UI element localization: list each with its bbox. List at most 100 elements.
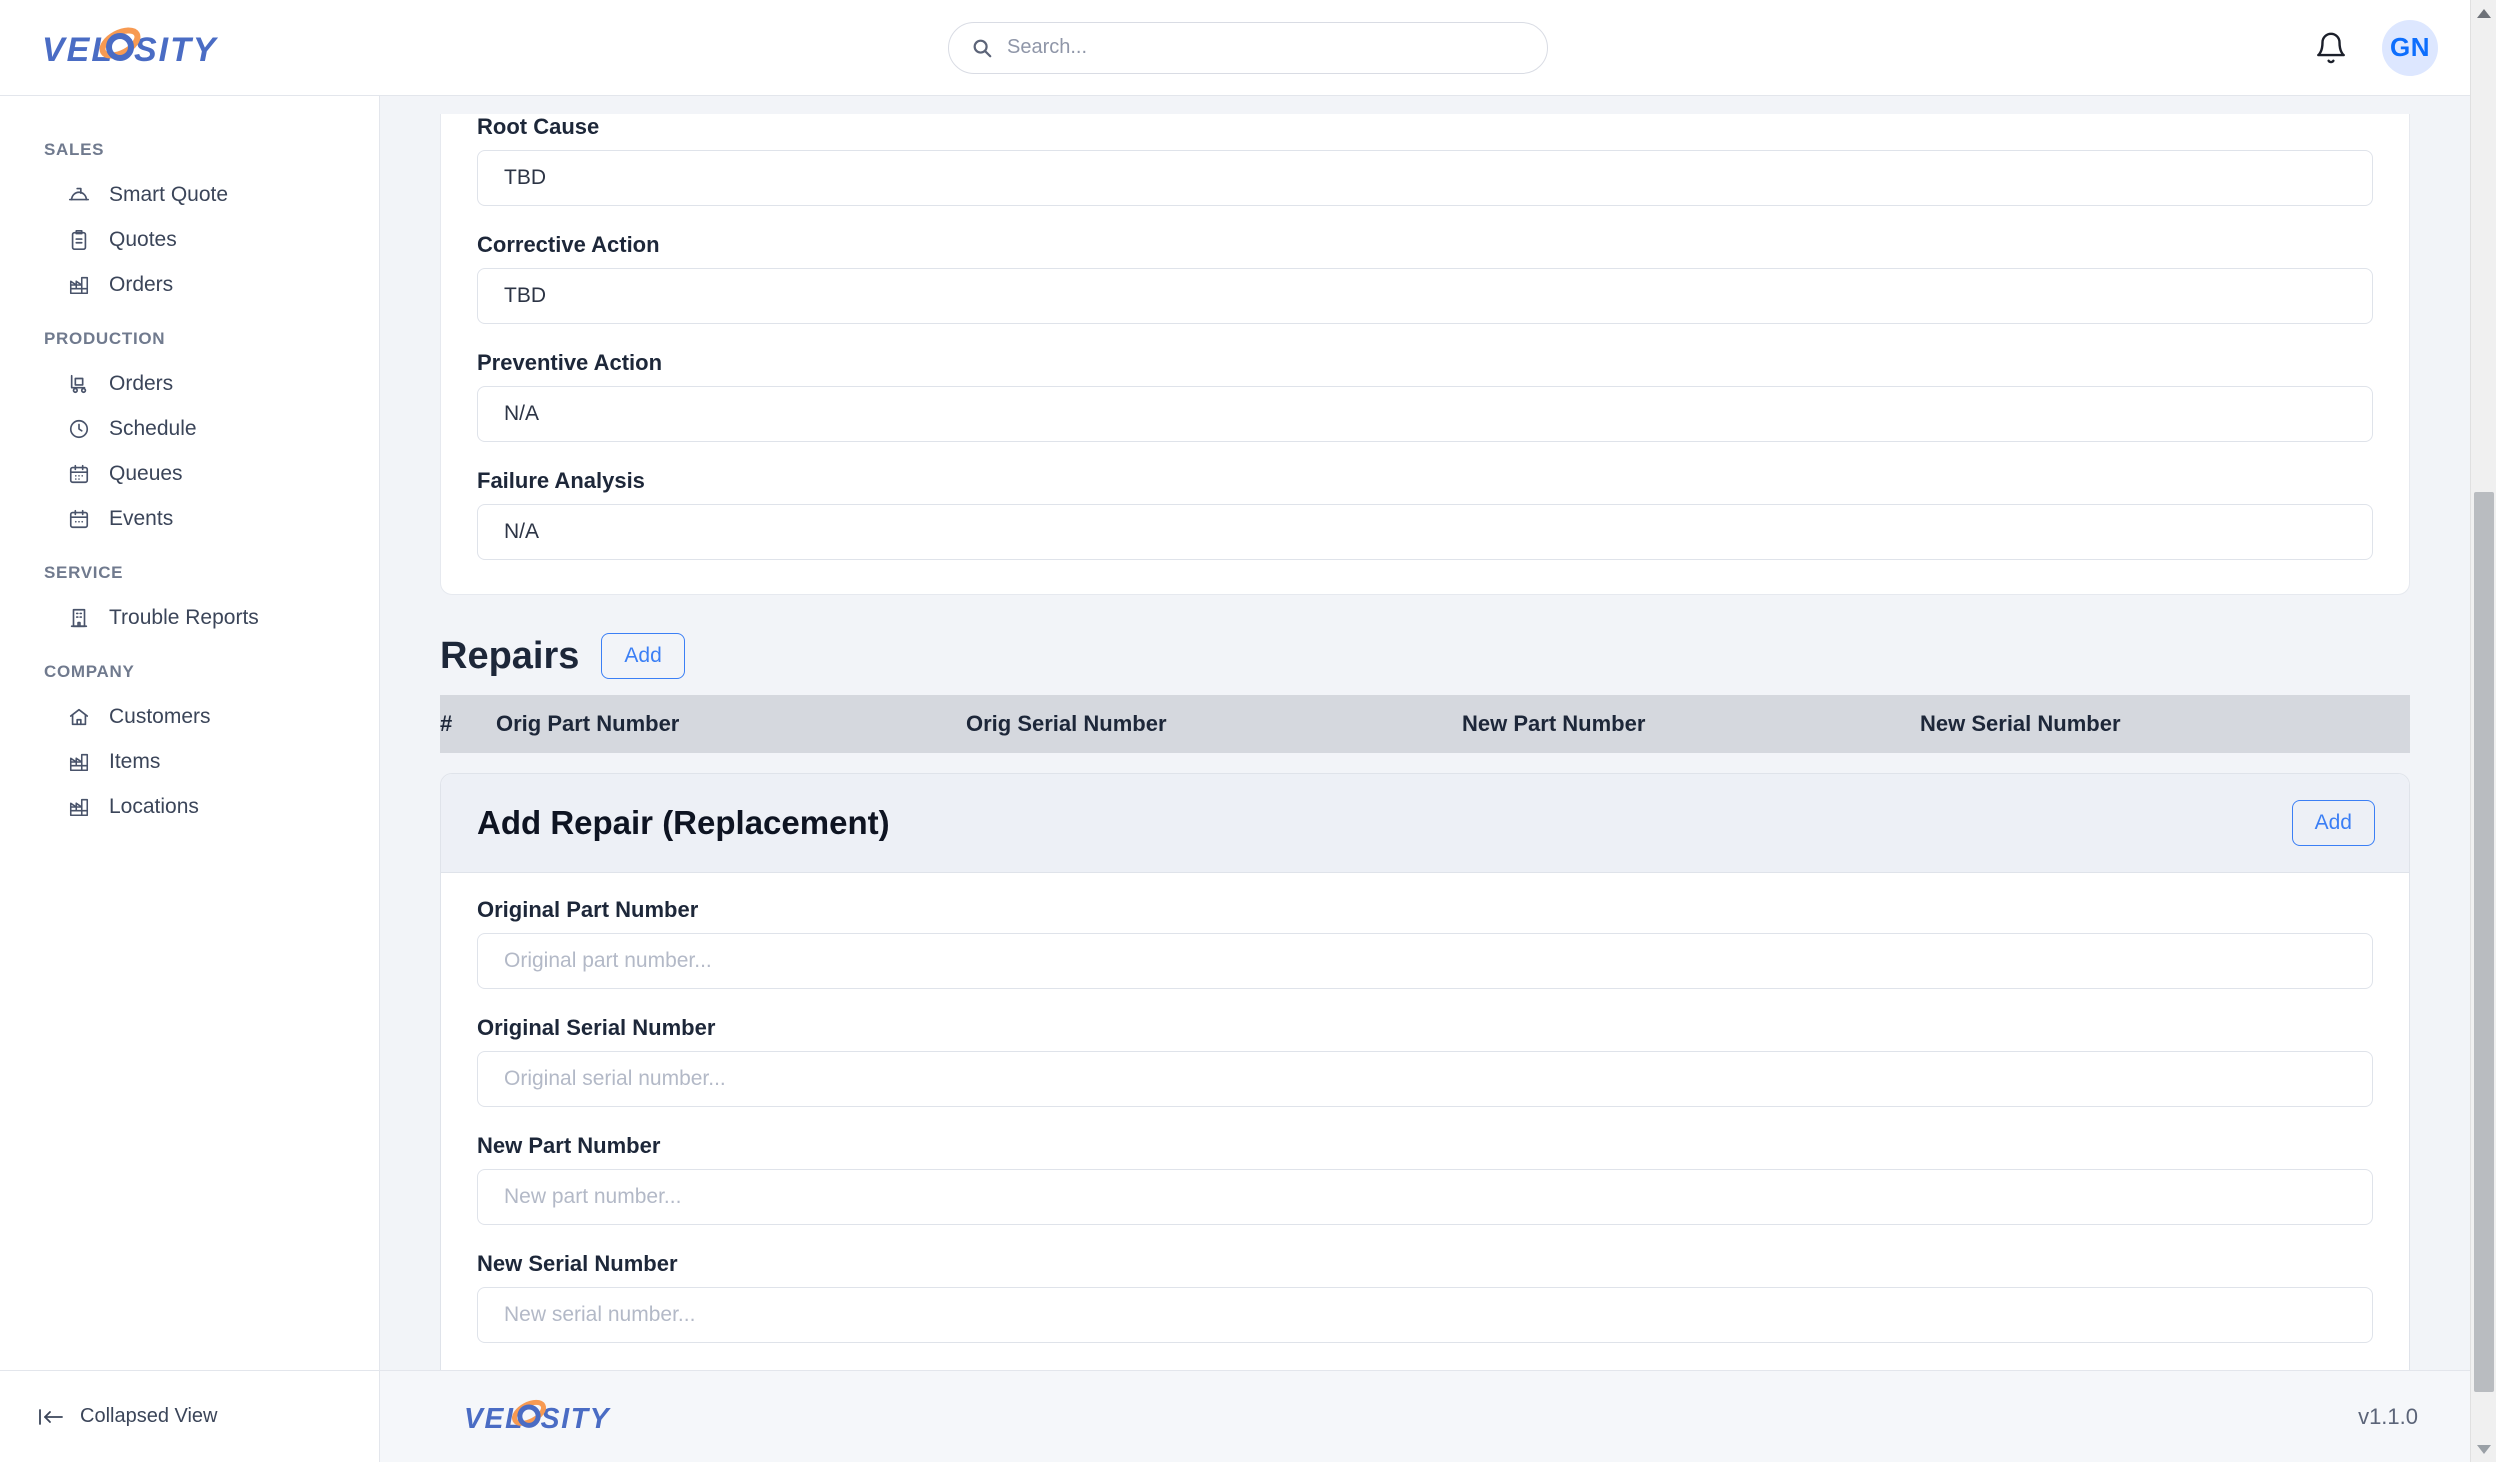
calendar-grid-icon (68, 463, 90, 485)
calendar-icon (68, 508, 90, 530)
dolly-icon (68, 373, 90, 395)
sidebar-item-label: Schedule (109, 416, 197, 440)
add-repair-form: Original Part Number Original Serial Num… (441, 873, 2409, 1370)
sidebar-group-service: SERVICE (44, 563, 124, 582)
sidebar-item-label: Quotes (109, 227, 177, 251)
sidebar-item-label: Queues (109, 461, 183, 485)
original-part-number-input[interactable] (477, 933, 2373, 989)
sidebar-item-label: Trouble Reports (109, 605, 259, 629)
field-original-serial-number: Original Serial Number (477, 1015, 2373, 1107)
clock-icon (68, 418, 90, 440)
field-label: New Serial Number (477, 1251, 678, 1276)
top-bar-actions: GN (2116, 19, 2496, 76)
sidebar-item-locations[interactable]: Locations (0, 784, 379, 829)
search-input[interactable] (1007, 36, 1525, 59)
bell-icon[interactable] (2314, 31, 2348, 65)
field-label: Failure Analysis (477, 468, 645, 493)
factory-icon (68, 796, 90, 818)
sidebar: SALES Smart Quote Quotes Orders PRODUCTI… (0, 96, 380, 1462)
field-preventive-action: Preventive Action (477, 350, 2373, 442)
field-label: Original Part Number (477, 897, 699, 922)
corrective-action-input[interactable] (477, 268, 2373, 324)
repairs-add-button[interactable]: Add (601, 633, 685, 679)
global-search (380, 21, 2116, 74)
svg-text:SITY: SITY (541, 1402, 612, 1434)
sidebar-item-label: Customers (109, 704, 211, 728)
column-header-orig-serial-number: Orig Serial Number (966, 695, 1462, 753)
sidebar-group-production: PRODUCTION (44, 329, 166, 348)
sidebar-item-customers[interactable]: Customers (0, 694, 379, 739)
field-corrective-action: Corrective Action (477, 232, 2373, 324)
column-header-index: # (440, 695, 496, 753)
app-version: v1.1.0 (2358, 1403, 2418, 1429)
main-scroll-area[interactable]: Root Cause Corrective Action Preventive … (380, 96, 2496, 1370)
new-serial-number-input[interactable] (477, 1287, 2373, 1343)
root-cause-input[interactable] (477, 150, 2373, 206)
top-bar: VEL SITY Search... GN (0, 0, 2496, 96)
sidebar-item-schedule[interactable]: Schedule (0, 406, 379, 451)
brand-logo[interactable]: VEL SITY (0, 23, 380, 73)
collapse-view-button[interactable]: Collapsed View (0, 1370, 379, 1462)
scrollbar-thumb[interactable] (2474, 492, 2494, 1392)
building-icon (68, 607, 90, 629)
vertical-scrollbar[interactable] (2470, 0, 2496, 1462)
sidebar-item-label: Smart Quote (109, 182, 229, 206)
sidebar-item-sales-orders[interactable]: Orders (0, 262, 379, 307)
repairs-section-header: Repairs Add (440, 633, 2410, 679)
details-card: Root Cause Corrective Action Preventive … (440, 114, 2410, 595)
collapse-view-label: Collapsed View (80, 1405, 218, 1427)
collapse-left-icon (38, 1407, 64, 1427)
app-root: VEL SITY Search... GN SALES Smart Quote … (0, 0, 2496, 1462)
sidebar-item-quotes[interactable]: Quotes (0, 217, 379, 262)
sidebar-item-label: Orders (109, 272, 174, 296)
add-repair-panel: Add Repair (Replacement) Add Original Pa… (440, 773, 2410, 1370)
field-label: Original Serial Number (477, 1015, 716, 1040)
table-header-row: # Orig Part Number Orig Serial Number Ne… (440, 695, 2410, 753)
page-footer: VEL SITY v1.1.0 (380, 1370, 2496, 1462)
add-repair-panel-header: Add Repair (Replacement) Add (441, 774, 2409, 873)
search-icon (971, 37, 993, 59)
field-new-part-number: New Part Number (477, 1133, 2373, 1225)
scroll-up-icon[interactable] (2471, 0, 2496, 26)
original-serial-number-input[interactable] (477, 1051, 2373, 1107)
sidebar-item-queues[interactable]: Queues (0, 451, 379, 496)
new-part-number-input[interactable] (477, 1169, 2373, 1225)
sidebar-item-label: Items (109, 749, 161, 773)
sidebar-item-trouble-reports[interactable]: Trouble Reports (0, 595, 379, 640)
hard-hat-icon (68, 184, 90, 206)
add-repair-submit-button[interactable]: Add (2291, 800, 2375, 846)
sidebar-item-smart-quote[interactable]: Smart Quote (0, 172, 379, 217)
scroll-down-icon[interactable] (2471, 1436, 2496, 1462)
field-label: Corrective Action (477, 232, 660, 257)
sidebar-item-items[interactable]: Items (0, 739, 379, 784)
search-box[interactable] (948, 21, 1548, 74)
sidebar-item-label: Orders (109, 371, 174, 395)
factory-icon (68, 751, 90, 773)
field-label: New Part Number (477, 1133, 661, 1158)
add-repair-title: Add Repair (Replacement) (477, 804, 890, 841)
page-title: Repairs (440, 634, 580, 677)
column-header-new-serial-number: New Serial Number (1920, 695, 2410, 753)
svg-text:SITY: SITY (134, 31, 219, 69)
footer-velosity-logo-icon: VEL SITY (464, 1396, 639, 1438)
body: SALES Smart Quote Quotes Orders PRODUCTI… (0, 96, 2496, 1462)
home-icon (68, 706, 90, 728)
velosity-logo-icon: VEL SITY (42, 23, 252, 73)
sidebar-nav: SALES Smart Quote Quotes Orders PRODUCTI… (0, 118, 379, 1370)
column-header-new-part-number: New Part Number (1462, 695, 1920, 753)
factory-icon (68, 274, 90, 296)
failure-analysis-input[interactable] (477, 504, 2373, 560)
sidebar-item-label: Events (109, 506, 174, 530)
avatar[interactable]: GN (2382, 19, 2438, 76)
repairs-table: # Orig Part Number Orig Serial Number Ne… (440, 695, 2410, 753)
field-failure-analysis: Failure Analysis (477, 468, 2373, 560)
sidebar-item-production-orders[interactable]: Orders (0, 361, 379, 406)
sidebar-item-events[interactable]: Events (0, 496, 379, 541)
sidebar-group-sales: SALES (44, 140, 105, 159)
field-root-cause: Root Cause (477, 114, 2373, 206)
field-label: Root Cause (477, 114, 600, 139)
field-original-part-number: Original Part Number (477, 897, 2373, 989)
preventive-action-input[interactable] (477, 386, 2373, 442)
sidebar-item-label: Locations (109, 794, 199, 818)
field-new-serial-number: New Serial Number (477, 1251, 2373, 1343)
